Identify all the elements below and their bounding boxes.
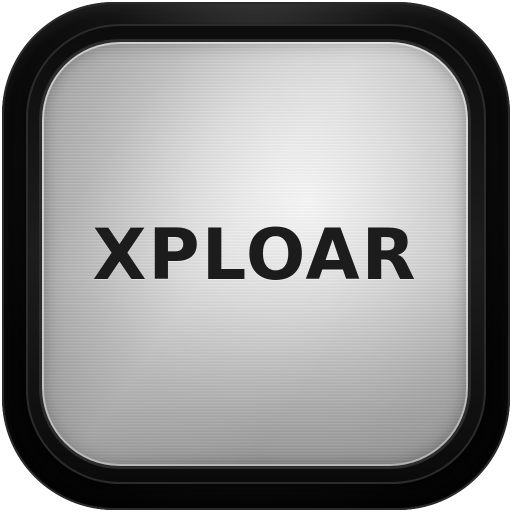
app-icon[interactable]: XPLOAR xyxy=(0,0,512,512)
plate-shade xyxy=(42,275,468,466)
brushed-metal-plate: XPLOAR xyxy=(42,42,468,466)
brand-wordmark: XPLOAR xyxy=(92,214,418,296)
